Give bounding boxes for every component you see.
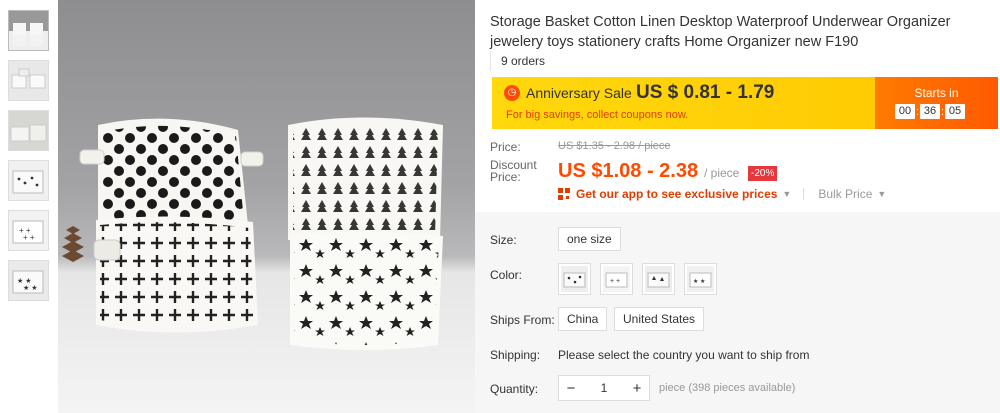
clock-icon: ◷ — [504, 85, 520, 101]
quantity-label: Quantity: — [490, 382, 539, 396]
thumbnail-2[interactable] — [8, 60, 49, 101]
color-option-polka-dot[interactable] — [558, 263, 591, 295]
thumbnail-1[interactable] — [8, 10, 49, 51]
svg-text:★ ★: ★ ★ — [23, 284, 38, 292]
color-option-tree[interactable] — [642, 263, 675, 295]
size-label: Size: — [490, 233, 517, 247]
price-label: Price: — [490, 140, 521, 154]
discount-price: US $1.08 - 2.38 — [558, 160, 699, 182]
quantity-input[interactable]: 1 — [583, 381, 625, 395]
thumbnail-5[interactable]: + + + + — [8, 210, 49, 251]
bulk-price-dropdown[interactable]: Bulk Price — [818, 187, 872, 201]
color-option-cross[interactable]: + + — [600, 263, 633, 295]
countdown-panel: Starts in 00 : 36 : 05 — [875, 77, 998, 129]
svg-text:★ ★: ★ ★ — [693, 278, 705, 285]
svg-text:★ ★: ★ ★ — [17, 277, 32, 285]
quantity-decrease-button[interactable]: − — [559, 380, 583, 397]
countdown-timer: 00 : 36 : 05 — [895, 104, 965, 119]
main-product-image[interactable] — [58, 0, 475, 413]
quantity-stepper: − 1 + — [558, 375, 650, 401]
quantity-increase-button[interactable]: + — [625, 380, 649, 397]
product-info-panel: Storage Basket Cotton Linen Desktop Wate… — [475, 0, 1000, 413]
shipping-label: Shipping: — [490, 348, 541, 362]
chevron-down-icon[interactable]: ▼ — [877, 189, 886, 199]
app-promo-link[interactable]: Get our app to see exclusive prices — [576, 187, 777, 201]
thumbnail-6[interactable]: ★ ★ ★ ★ — [8, 260, 49, 301]
timer-hours: 00 — [895, 104, 915, 119]
ships-from-china[interactable]: China — [558, 307, 608, 331]
sale-price: US $ 0.81 - 1.79 — [636, 82, 775, 103]
sale-banner: ◷ Anniversary Sale US $ 0.81 - 1.79 For … — [492, 77, 998, 129]
timer-minutes: 36 — [920, 104, 940, 119]
ships-from-united-states[interactable]: United States — [614, 307, 705, 331]
qr-code-icon — [558, 188, 570, 200]
product-title: Storage Basket Cotton Linen Desktop Wate… — [490, 14, 951, 50]
color-option-star[interactable]: ★ ★ — [684, 263, 717, 295]
discount-percent-badge: -20% — [748, 166, 778, 181]
sale-name: Anniversary Sale — [526, 85, 632, 101]
svg-text:+ +: + + — [23, 233, 35, 242]
per-piece-label: / piece — [704, 166, 740, 180]
color-label: Color: — [490, 268, 523, 282]
app-promo-row: Get our app to see exclusive prices ▼ Bu… — [558, 187, 886, 201]
original-price: US $1.35 - 2.98 / piece — [558, 140, 671, 152]
svg-text:+ +: + + — [610, 278, 620, 285]
divider — [803, 188, 805, 200]
sale-subtitle: For big savings, collect coupons now. — [506, 109, 689, 121]
starts-in-label: Starts in — [914, 86, 959, 100]
shipping-message: Please select the country you want to sh… — [558, 348, 810, 362]
size-option-one-size[interactable]: one size — [558, 227, 621, 251]
discount-label-line-2: Price: — [490, 170, 521, 184]
ships-from-label: Ships From: — [490, 313, 555, 327]
thumbnail-4[interactable] — [8, 160, 49, 201]
thumbnail-3[interactable] — [8, 110, 49, 151]
chevron-down-icon[interactable]: ▼ — [782, 189, 791, 199]
discount-price-label: Discount Price: — [490, 159, 537, 183]
timer-seconds: 05 — [945, 104, 965, 119]
orders-count: 9 orders — [490, 51, 545, 71]
available-pieces: piece (398 pieces available) — [659, 382, 796, 394]
thumbnail-list: + + + + ★ ★ ★ ★ — [8, 10, 50, 310]
